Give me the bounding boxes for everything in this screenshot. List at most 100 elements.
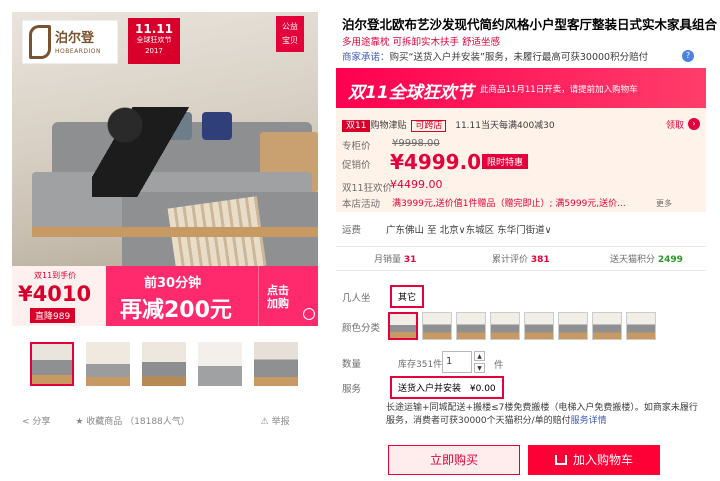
- color-swatch[interactable]: [558, 312, 588, 340]
- festival-badge-text: 全球狂欢节: [136, 36, 172, 44]
- tmall-points: 送天猫积分 2499: [610, 252, 683, 265]
- allowance-tag-double11: 双11: [342, 120, 371, 132]
- quantity-label: 数量: [342, 359, 362, 370]
- color-swatch[interactable]: [592, 312, 622, 340]
- shipping-from: 广东佛山: [386, 225, 425, 236]
- shipping-label: 运费: [342, 225, 362, 236]
- thumbnail-selected[interactable]: [30, 342, 74, 386]
- thumbnail-3[interactable]: [142, 342, 186, 386]
- promo-minus-200: 再减200元: [120, 298, 232, 323]
- color-swatch[interactable]: [626, 312, 656, 340]
- sale-price-label: 促销价: [342, 160, 371, 171]
- favorite-link[interactable]: 收藏商品: [86, 417, 122, 427]
- brand-logo: 泊尔登 HOBEARDION: [22, 20, 118, 64]
- claim-link[interactable]: 领取: [666, 118, 684, 131]
- color-swatch[interactable]: [524, 312, 554, 340]
- seat-count-label: 几人坐: [342, 293, 371, 304]
- seated-person: [92, 107, 202, 197]
- stock-count: 库存351件: [398, 360, 443, 370]
- cursor-icon: [303, 308, 315, 320]
- color-swatches: [388, 312, 688, 342]
- limited-offer-tag: 限时特惠: [482, 154, 529, 169]
- color-swatch[interactable]: [422, 312, 452, 340]
- quantity-input[interactable]: 1: [442, 351, 472, 373]
- festival-price: ¥4499.00: [390, 178, 443, 191]
- more-button[interactable]: 更多: [656, 198, 672, 209]
- shipping-destination[interactable]: 北京∨东城区 东华门街道∨: [440, 225, 552, 236]
- festival-banner-title: 双11全球狂欢节: [348, 83, 474, 103]
- store-activity: 满3999元,送价值1件赠品（赠完即止）; 满5999元,送价...: [392, 199, 626, 209]
- original-price-label: 专柜价: [342, 141, 371, 152]
- tmall-points-label: 送天猫积分: [610, 255, 656, 265]
- festival-banner-notice: 此商品11月11日开卖，请提前加入购物车: [480, 85, 638, 95]
- quantity-decrease-button[interactable]: ▼: [474, 363, 485, 373]
- share-icon[interactable]: <: [22, 417, 30, 427]
- festival-badge: 11.11 全球狂欢节 2017: [128, 18, 180, 64]
- festival-banner: 双11全球狂欢节 此商品11月11日开卖，请提前加入购物车: [336, 68, 706, 108]
- review-count-label: 累计评价: [492, 255, 529, 265]
- service-description: 长途运输+同城配送+搬楼≤7楼免费搬楼（电梯入户免费搬楼）。如商家未履行服务，消…: [386, 402, 706, 428]
- popularity-count: （18188人气）: [125, 417, 190, 427]
- buy-now-button[interactable]: 立即购买: [388, 445, 520, 475]
- promise-label: 商家承诺：: [342, 52, 390, 63]
- sofa-wood-frame: [32, 227, 318, 237]
- festival-badge-year: 2017: [145, 47, 163, 55]
- double11-price-block: 双11到手价 ¥4010 直降989: [12, 266, 106, 326]
- thumbnail-4[interactable]: [198, 342, 242, 386]
- promo-first-30min: 前30分钟: [144, 276, 202, 291]
- add-to-cart-button[interactable]: 加入购物车: [528, 445, 660, 475]
- share-link[interactable]: 分享: [32, 417, 50, 427]
- quantity-increase-button[interactable]: ▲: [474, 351, 485, 361]
- thumbnail-2[interactable]: [86, 342, 130, 386]
- seat-option-other[interactable]: 其它: [390, 285, 425, 308]
- original-price: ¥9998.00: [392, 138, 440, 149]
- tmall-points-value: 2499: [657, 255, 683, 265]
- add-to-cart-label: 加入购物车: [572, 453, 633, 467]
- double11-price: ¥4010: [18, 282, 92, 306]
- brand-mark-icon: [29, 25, 51, 59]
- welfare-badge: 公益 宝贝: [276, 16, 304, 52]
- promise-text: 购买“送货入户并安装”服务，未履行最高可获30000积分赔付: [389, 52, 649, 63]
- service-option-name: 送货入户并安装: [398, 384, 462, 394]
- allowance-tag-label: 购物津贴: [370, 121, 407, 131]
- cross-store-tag: 可跨店: [411, 120, 447, 132]
- product-title: 泊尔登北欧布艺沙发现代简约风格小户型客厅整装日式实木家具组合: [342, 17, 718, 32]
- service-details-link[interactable]: 服务详情: [571, 416, 607, 426]
- monthly-sales-value: 31: [403, 255, 417, 265]
- product-subtitle: 多用途靠枕 可拆卸实木扶手 舒适坐感: [342, 37, 501, 48]
- shipping-row: 运费 广东佛山 至 北京∨东城区 东华门街道∨: [342, 222, 552, 236]
- thumbnail-5[interactable]: [254, 342, 298, 386]
- report-icon[interactable]: ⚠: [261, 417, 269, 427]
- review-count: 累计评价 381: [492, 252, 550, 265]
- divider: [336, 270, 706, 271]
- double11-price-label: 双11到手价: [34, 271, 77, 280]
- store-activity-label: 本店活动: [342, 199, 381, 210]
- pillow: [202, 112, 232, 140]
- chevron-right-icon[interactable]: ›: [688, 118, 700, 130]
- direct-discount: 直降989: [30, 308, 76, 323]
- service-option[interactable]: 送货入户并安装 ¥0.00: [390, 376, 504, 399]
- click-buy-label: 点击 加购: [267, 284, 289, 310]
- bottom-actions: < 分享 ★ 收藏商品 （18188人气） ⚠ 举报: [22, 414, 290, 427]
- quantity-unit: 件: [494, 360, 504, 371]
- festival-badge-date: 11.11: [135, 22, 173, 36]
- click-buy-button[interactable]: 点击 加购: [258, 266, 318, 326]
- brand-name-en: HOBEARDION: [55, 48, 102, 55]
- divider: [336, 246, 706, 247]
- shopping-allowance: 双11 购物津贴 可跨店 11.11当天每满400减30: [342, 118, 555, 132]
- color-swatch[interactable]: [388, 312, 418, 340]
- color-swatch[interactable]: [490, 312, 520, 340]
- monthly-sales: 月销量 31: [374, 252, 416, 265]
- cart-icon: [554, 455, 567, 465]
- service-label: 服务: [342, 384, 362, 395]
- service-description-text: 长途运输+同城配送+搬楼≤7楼免费搬楼（电梯入户免费搬楼）。如商家未履行服务，消…: [386, 403, 698, 426]
- review-count-value[interactable]: 381: [531, 255, 550, 265]
- color-swatch[interactable]: [456, 312, 486, 340]
- star-icon[interactable]: ★: [75, 417, 83, 427]
- help-icon[interactable]: ?: [682, 50, 694, 62]
- report-link[interactable]: 举报: [272, 417, 290, 427]
- shipping-to-label: 至: [427, 225, 437, 236]
- sales-stats: 月销量 31 累计评价 381 送天猫积分 2499: [336, 250, 706, 268]
- merchant-promise: 商家承诺：购买“送货入户并安装”服务，未履行最高可获30000积分赔付: [342, 49, 648, 63]
- color-label: 颜色分类: [342, 323, 381, 334]
